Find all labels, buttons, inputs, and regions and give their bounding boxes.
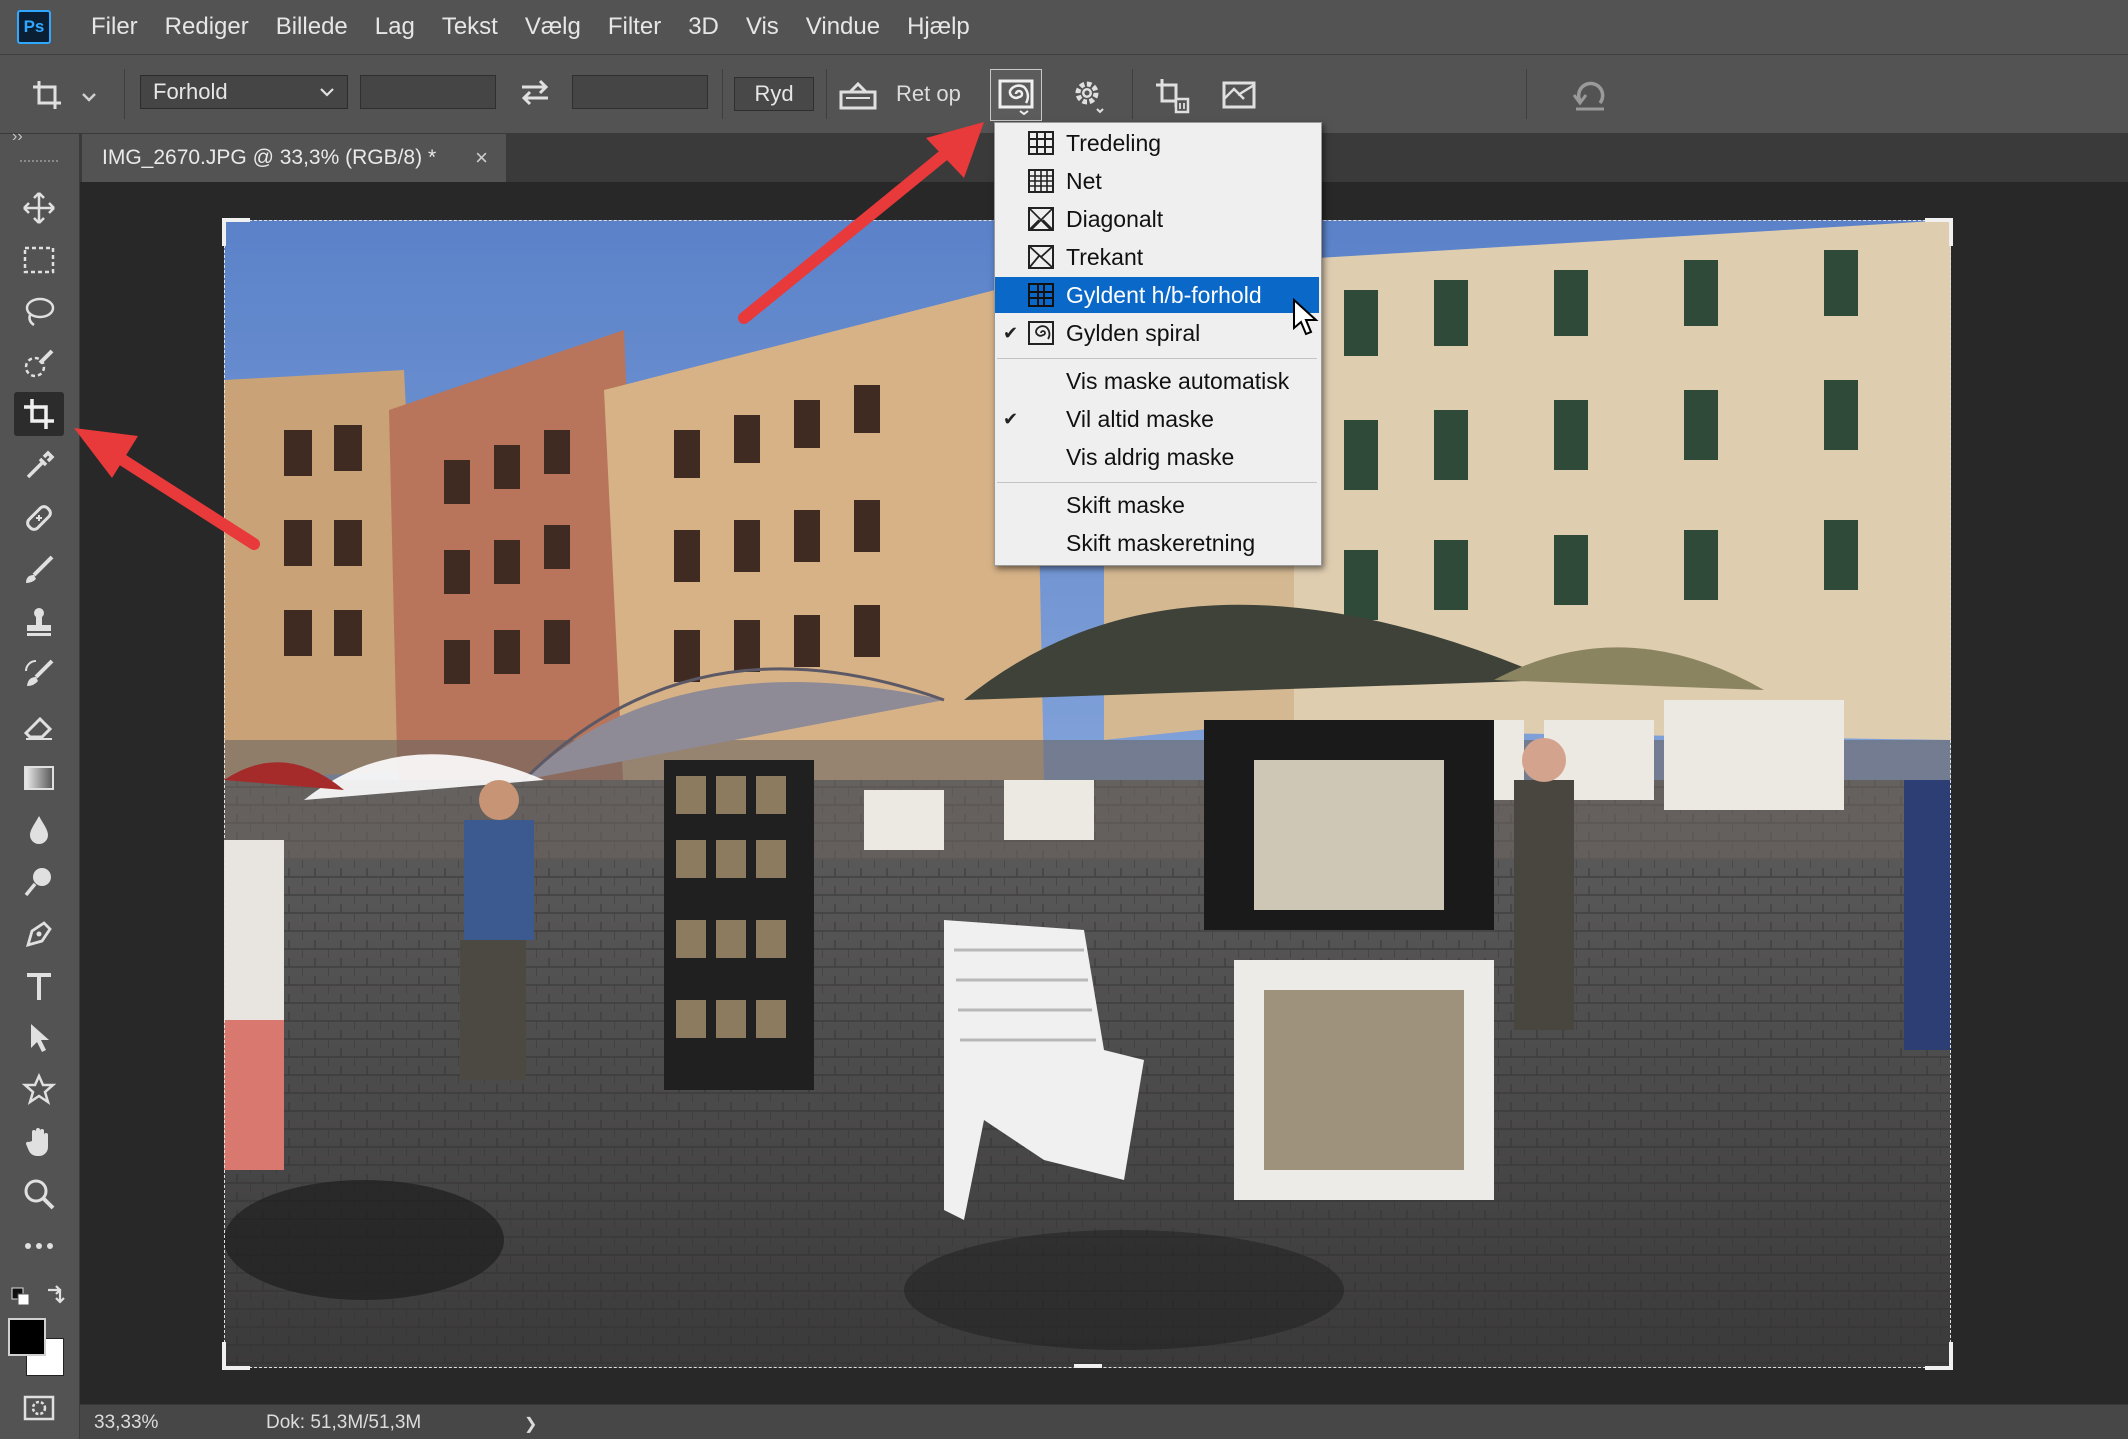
menu-item-never-show-overlay[interactable]: Vis aldrig maske	[995, 439, 1319, 475]
zoom-tool-icon[interactable]	[14, 1172, 64, 1216]
marquee-tool-icon[interactable]	[14, 238, 64, 282]
swap-colors-icon[interactable]	[44, 1282, 68, 1306]
default-colors-icon[interactable]	[10, 1286, 34, 1306]
menu-separator	[997, 358, 1317, 359]
ratio-select-value: Forhold	[153, 79, 228, 104]
content-aware-button[interactable]	[1216, 71, 1264, 119]
triangle-icon	[1028, 245, 1054, 269]
golden-ratio-icon	[1028, 283, 1054, 307]
menu-item-cycle-orientation[interactable]: Skift maskeretning	[995, 525, 1319, 561]
ratio-select[interactable]: Forhold	[140, 75, 348, 109]
swap-dimensions-button[interactable]	[514, 75, 556, 109]
more-tools-icon[interactable]	[14, 1224, 64, 1268]
menu-item-golden-spiral[interactable]: ✔ Gylden spiral	[995, 315, 1319, 351]
menu-item-grid[interactable]: Net	[995, 163, 1319, 199]
crop-overlay-menu: Tredeling Net Diagonalt Trekant Gyldent …	[994, 122, 1322, 566]
brush-tool-icon[interactable]	[14, 548, 64, 592]
document-tab[interactable]: IMG_2670.JPG @ 33,3% (RGB/8) * ×	[82, 134, 506, 182]
menu-rediger[interactable]: Rediger	[165, 13, 249, 41]
foreground-color-swatch[interactable]	[8, 1318, 46, 1356]
crop-handle-bottom-left[interactable]	[222, 1342, 250, 1370]
crop-settings-button[interactable]	[1064, 71, 1110, 119]
menu-vaelg[interactable]: Vælg	[525, 13, 581, 41]
panel-grip[interactable]	[20, 160, 58, 163]
clone-stamp-tool-icon[interactable]	[14, 600, 64, 644]
content-aware-icon	[1222, 81, 1256, 109]
collapse-panel-icon[interactable]: ››	[12, 128, 23, 146]
quick-selection-tool-icon[interactable]	[14, 342, 64, 386]
thirds-grid-icon	[1028, 131, 1054, 155]
menu-hjaelp[interactable]: Hjælp	[907, 13, 970, 41]
swap-arrows-icon	[521, 79, 549, 106]
crop-delete-icon	[1156, 79, 1190, 114]
check-mark-icon: ✔	[1003, 408, 1019, 429]
grid-icon	[1028, 169, 1054, 193]
type-tool-icon[interactable]	[14, 964, 64, 1008]
move-tool-icon[interactable]	[14, 186, 64, 230]
eyedropper-tool-icon[interactable]	[14, 444, 64, 488]
menu-vis[interactable]: Vis	[746, 13, 779, 41]
crop-handle-top-left[interactable]	[222, 218, 250, 246]
overlay-options-button[interactable]	[990, 69, 1042, 121]
quick-mask-icon[interactable]	[14, 1386, 64, 1430]
pen-tool-icon[interactable]	[14, 912, 64, 956]
hand-tool-icon[interactable]	[14, 1120, 64, 1164]
level-icon	[839, 81, 877, 110]
delete-cropped-pixels-button[interactable]	[1148, 71, 1196, 119]
menu-bar: Ps Filer Rediger Billede Lag Tekst Vælg …	[0, 0, 2128, 54]
crop-handle-bottom-right[interactable]	[1925, 1342, 1953, 1370]
dodge-tool-icon[interactable]	[14, 860, 64, 904]
eraser-tool-icon[interactable]	[14, 704, 64, 748]
healing-brush-tool-icon[interactable]	[14, 496, 64, 540]
menu-lag[interactable]: Lag	[375, 13, 415, 41]
menu-tekst[interactable]: Tekst	[442, 13, 498, 41]
check-mark-icon: ✔	[1003, 322, 1019, 343]
crop-handle-bottom[interactable]	[1074, 1362, 1102, 1368]
menu-item-cycle-overlay[interactable]: Skift maske	[995, 487, 1319, 523]
gear-icon	[1075, 81, 1104, 114]
zoom-level[interactable]: 33,33%	[94, 1412, 158, 1434]
reset-icon	[1572, 81, 1605, 111]
history-brush-tool-icon[interactable]	[14, 652, 64, 696]
straighten-label: Ret op	[896, 81, 961, 106]
menu-billede[interactable]: Billede	[276, 13, 348, 41]
close-tab-icon[interactable]: ×	[475, 145, 488, 171]
lasso-tool-icon[interactable]	[14, 290, 64, 334]
menu-item-diagonal[interactable]: Diagonalt	[995, 201, 1319, 237]
menu-filter[interactable]: Filter	[608, 13, 661, 41]
menu-3d[interactable]: 3D	[688, 13, 719, 41]
crop-tool-icon[interactable]	[14, 392, 64, 436]
crop-width-field[interactable]	[360, 75, 496, 109]
straighten-button[interactable]	[834, 73, 882, 117]
menu-separator	[997, 482, 1317, 483]
diagonal-icon	[1028, 207, 1054, 231]
crop-height-field[interactable]	[572, 75, 708, 109]
document-tab-title: IMG_2670.JPG @ 33,3% (RGB/8) *	[102, 146, 437, 169]
status-bar: 33,33% Dok: 51,3M/51,3M ❯	[80, 1404, 2128, 1439]
tools-panel: ››	[0, 128, 80, 1439]
golden-spiral-icon	[1028, 321, 1054, 345]
crop-tool-icon	[33, 81, 96, 109]
photoshop-logo: Ps	[17, 10, 51, 44]
menu-vindue[interactable]: Vindue	[806, 13, 880, 41]
menu-item-thirds[interactable]: Tredeling	[995, 125, 1319, 161]
menu-item-always-show-overlay[interactable]: ✔ Vil altid maske	[995, 401, 1319, 437]
clear-button[interactable]: Ryd	[734, 77, 814, 111]
path-selection-tool-icon[interactable]	[14, 1016, 64, 1060]
document-size: Dok: 51,3M/51,3M	[266, 1412, 422, 1433]
gradient-tool-icon[interactable]	[14, 756, 64, 800]
chevron-down-icon	[320, 88, 334, 97]
menu-item-auto-show-overlay[interactable]: Vis maske automatisk	[995, 363, 1319, 399]
blur-tool-icon[interactable]	[14, 808, 64, 852]
status-more-icon[interactable]: ❯	[524, 1414, 537, 1434]
crop-handle-top-right[interactable]	[1925, 218, 1953, 246]
mouse-cursor-icon	[1293, 298, 1319, 336]
golden-spiral-overlay-icon	[998, 79, 1034, 115]
menu-item-triangle[interactable]: Trekant	[995, 239, 1319, 275]
crop-preset-picker[interactable]	[18, 69, 112, 121]
reset-crop-button[interactable]	[1566, 73, 1614, 117]
custom-shape-tool-icon[interactable]	[14, 1068, 64, 1112]
menu-item-golden-ratio[interactable]: Gyldent h/b-forhold	[995, 277, 1319, 313]
menu-filer[interactable]: Filer	[91, 13, 138, 41]
